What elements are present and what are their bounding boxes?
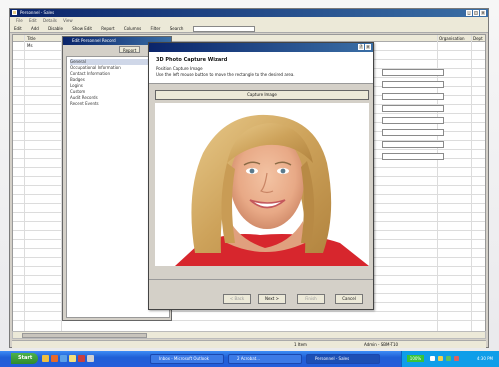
menu-view[interactable]: View <box>63 18 73 23</box>
tray-icon[interactable] <box>430 356 435 361</box>
toolbar-edit-button[interactable]: Edit <box>14 26 22 31</box>
app-icon <box>12 10 17 15</box>
wizard-description: Use the left mouse button to move the re… <box>156 72 295 77</box>
form-field[interactable] <box>382 141 444 148</box>
tab-report[interactable]: Report <box>119 46 141 53</box>
explorer-icon[interactable] <box>60 355 67 362</box>
form-field[interactable] <box>382 129 444 136</box>
capture-photo[interactable] <box>155 103 369 266</box>
status-bar: 1 Item Admin - SBM-T10 <box>12 340 486 348</box>
desktop-icon[interactable] <box>87 355 94 362</box>
menu-bar: File Edit Details View <box>10 17 488 24</box>
app-title: Personnel - Sales <box>20 10 55 15</box>
photo-capture-wizard: ? × 3D Photo Capture Wizard Position Cap… <box>148 42 374 310</box>
toolbar-filter-button[interactable]: Filter <box>151 26 161 31</box>
toolbar-disable-button[interactable]: Disable <box>48 26 63 31</box>
next-button[interactable]: Next > <box>258 294 286 304</box>
toolbar-search-label: Search <box>169 26 184 31</box>
clock: 4:30 PM <box>476 356 493 361</box>
form-field[interactable] <box>382 93 444 100</box>
close-button[interactable]: × <box>480 10 486 16</box>
task-personnel[interactable]: Personnel - Sales <box>306 354 380 364</box>
form-field[interactable] <box>382 81 444 88</box>
wizard-title-bar[interactable]: ? × <box>149 43 373 52</box>
search-input[interactable] <box>192 26 255 32</box>
toolbar-add-button[interactable]: Add <box>31 26 39 31</box>
app-shortcut-icon[interactable] <box>78 355 85 362</box>
wizard-header: 3D Photo Capture Wizard Position Capture… <box>149 52 373 84</box>
back-button[interactable]: < Back <box>223 294 251 304</box>
personnel-window-title: Edit Personnel Record <box>72 38 116 43</box>
taskbar: Start Inbox - Microsoft Outlook 2 Acroba… <box>0 351 499 367</box>
form-field[interactable] <box>382 117 444 124</box>
column-dept[interactable]: Dept <box>473 35 483 42</box>
system-tray: 100% 4:30 PM <box>401 351 499 367</box>
scrollbar-thumb[interactable] <box>22 333 147 338</box>
app-title-bar[interactable]: Personnel - Sales _ □ × <box>10 9 488 17</box>
form-field[interactable] <box>382 69 444 76</box>
tray-icon[interactable] <box>446 356 451 361</box>
help-button[interactable]: ? <box>358 44 364 50</box>
menu-file[interactable]: File <box>16 18 23 23</box>
notes-icon[interactable] <box>69 355 76 362</box>
grid-row-title[interactable]: Ms <box>27 43 33 48</box>
tray-icon[interactable] <box>454 356 459 361</box>
wizard-heading: 3D Photo Capture Wizard <box>156 57 228 63</box>
desktop-screen: Personnel - Sales _ □ × File Edit Detail… <box>0 0 499 367</box>
maximize-button[interactable]: □ <box>473 10 479 16</box>
task-acrobat[interactable]: 2 Acrobat... <box>228 354 302 364</box>
form-field[interactable] <box>382 105 444 112</box>
finish-button[interactable]: Finish <box>297 294 325 304</box>
cancel-button[interactable]: Cancel <box>335 294 363 304</box>
status-user: Admin - SBM-T10 <box>364 342 399 347</box>
wizard-divider <box>149 279 373 280</box>
browser-icon[interactable] <box>51 355 58 362</box>
toolbar-show-edit-button[interactable]: Show Edit <box>72 26 92 31</box>
toolbar: Edit Add Disable Show Edit Report Column… <box>10 24 488 33</box>
toolbar-report-button[interactable]: Report <box>101 26 114 31</box>
zoom-badge[interactable]: 100% <box>407 355 424 362</box>
menu-edit[interactable]: Edit <box>29 18 37 23</box>
column-organisation[interactable]: Organisation <box>439 35 465 42</box>
status-count: 1 Item <box>294 342 307 347</box>
column-title[interactable]: Title <box>27 35 36 42</box>
minimize-button[interactable]: _ <box>466 10 472 16</box>
tray-icon[interactable] <box>438 356 443 361</box>
folder-icon[interactable] <box>42 355 49 362</box>
toolbar-columns-button[interactable]: Columns <box>124 26 141 31</box>
task-outlook[interactable]: Inbox - Microsoft Outlook <box>150 354 224 364</box>
start-button[interactable]: Start <box>11 353 38 364</box>
capture-image-button[interactable]: Capture Image <box>155 90 369 100</box>
menu-details[interactable]: Details <box>43 18 57 23</box>
horizontal-scrollbar[interactable] <box>12 331 486 339</box>
wizard-close-button[interactable]: × <box>365 44 371 50</box>
portrait-image <box>155 103 369 266</box>
form-field[interactable] <box>382 153 444 160</box>
wizard-subheading: Position Capture Image <box>156 66 203 71</box>
